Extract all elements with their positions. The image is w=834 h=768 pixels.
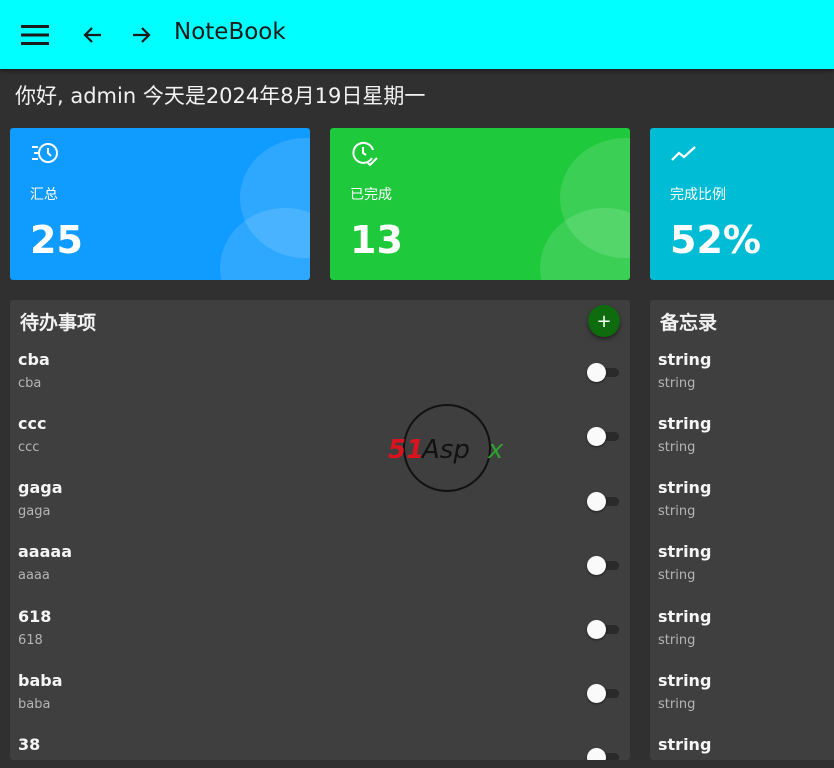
svg-text:Asp: Asp bbox=[420, 435, 470, 465]
todo-item[interactable]: aaaaa aaaa bbox=[18, 542, 578, 602]
card-label: 汇总 bbox=[30, 187, 58, 203]
todo-item-title: baba bbox=[18, 671, 63, 690]
card-value: 25 bbox=[30, 218, 83, 262]
list-clock-icon bbox=[30, 140, 60, 168]
summary-card-ratio[interactable]: 完成比例 52% bbox=[650, 128, 834, 280]
memo-item[interactable]: string string bbox=[658, 671, 828, 731]
app-title: NoteBook bbox=[174, 19, 286, 45]
watermark-logo: 51 Asp x bbox=[386, 403, 514, 495]
todo-status-toggle[interactable] bbox=[587, 619, 621, 639]
memo-item-content: string bbox=[658, 697, 696, 712]
app-bar: NoteBook bbox=[0, 0, 834, 69]
todo-status-toggle[interactable] bbox=[587, 555, 621, 575]
todo-item-content: 618 bbox=[18, 633, 43, 648]
add-todo-button[interactable]: + bbox=[588, 305, 620, 337]
memo-item-title: string bbox=[658, 350, 712, 369]
todo-item-content: cba bbox=[18, 376, 42, 391]
todo-status-toggle[interactable] bbox=[587, 491, 621, 511]
arrow-left-icon[interactable] bbox=[78, 20, 108, 50]
todo-status-toggle[interactable] bbox=[587, 426, 621, 446]
memo-panel: 备忘录 string string string string string s… bbox=[650, 300, 834, 760]
memo-item-content: string bbox=[658, 633, 696, 648]
card-label: 已完成 bbox=[350, 187, 392, 203]
todo-item[interactable]: 618 618 bbox=[18, 607, 578, 667]
memo-item-title: string bbox=[658, 607, 712, 626]
todo-item-content: ccc bbox=[18, 440, 40, 455]
memo-item-content: string bbox=[658, 440, 696, 455]
memo-item[interactable]: string bbox=[658, 735, 828, 760]
card-decoration bbox=[220, 208, 310, 280]
memo-item-title: string bbox=[658, 735, 712, 754]
todo-item-title: gaga bbox=[18, 478, 63, 497]
todo-item-content: baba bbox=[18, 697, 51, 712]
memo-item-title: string bbox=[658, 478, 712, 497]
todo-panel-title: 待办事项 bbox=[20, 312, 97, 334]
memo-item-content: string bbox=[658, 376, 696, 391]
memo-panel-title: 备忘录 bbox=[660, 312, 718, 334]
svg-text:51: 51 bbox=[388, 435, 424, 465]
memo-item-title: string bbox=[658, 671, 712, 690]
svg-text:x: x bbox=[487, 435, 504, 465]
summary-card-completed[interactable]: 已完成 13 bbox=[330, 128, 630, 280]
greeting-text: 你好, admin 今天是2024年8月19日星期一 bbox=[15, 84, 426, 108]
memo-item-content: string bbox=[658, 568, 696, 583]
todo-item-title: cba bbox=[18, 350, 50, 369]
card-value: 13 bbox=[350, 218, 403, 262]
memo-item-content: string bbox=[658, 504, 696, 519]
summary-card-total[interactable]: 汇总 25 bbox=[10, 128, 310, 280]
todo-item-content: aaaa bbox=[18, 568, 50, 583]
todo-status-toggle[interactable] bbox=[587, 747, 621, 760]
memo-item-title: string bbox=[658, 542, 712, 561]
todo-status-toggle[interactable] bbox=[587, 362, 621, 382]
trending-up-icon bbox=[670, 140, 700, 168]
memo-item-title: string bbox=[658, 414, 712, 433]
arrow-right-icon[interactable] bbox=[126, 20, 156, 50]
memo-item[interactable]: string string bbox=[658, 542, 828, 602]
memo-item[interactable]: string string bbox=[658, 350, 828, 410]
todo-panel: 待办事项 + cba cba ccc ccc gaga gaga aaaaa a… bbox=[10, 300, 630, 760]
card-decoration bbox=[540, 208, 630, 280]
todo-item[interactable]: cba cba bbox=[18, 350, 578, 410]
memo-item[interactable]: string string bbox=[658, 478, 828, 538]
todo-item[interactable]: baba baba bbox=[18, 671, 578, 731]
memo-item[interactable]: string string bbox=[658, 607, 828, 667]
todo-item-title: 38 bbox=[18, 735, 41, 754]
todo-item[interactable]: 38 bbox=[18, 735, 578, 760]
todo-status-toggle[interactable] bbox=[587, 683, 621, 703]
card-value: 52% bbox=[670, 218, 761, 262]
card-label: 完成比例 bbox=[670, 187, 726, 203]
todo-item-content: gaga bbox=[18, 504, 51, 519]
memo-item[interactable]: string string bbox=[658, 414, 828, 474]
todo-item-title: ccc bbox=[18, 414, 47, 433]
clock-check-icon bbox=[350, 140, 380, 168]
todo-item-title: aaaaa bbox=[18, 542, 72, 561]
todo-item-title: 618 bbox=[18, 607, 52, 626]
hamburger-menu-icon[interactable] bbox=[20, 20, 50, 50]
